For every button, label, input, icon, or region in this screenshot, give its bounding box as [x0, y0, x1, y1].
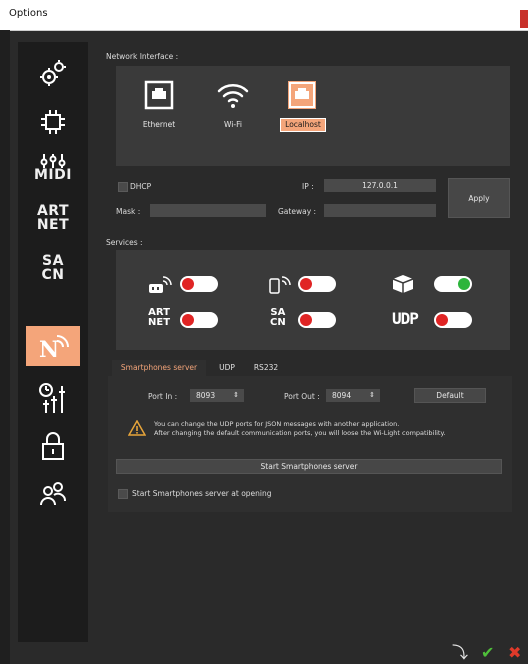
gateway-label: Gateway :: [278, 207, 317, 216]
sidebar-item-midi[interactable]: MIDI: [26, 148, 80, 188]
tab-smartphones-server[interactable]: Smartphones server: [112, 360, 206, 376]
network-icon: N: [39, 335, 69, 361]
spin-arrows-icon[interactable]: ⇕: [369, 389, 375, 402]
port-in-value: 8093: [196, 391, 216, 400]
sidebar-item-timers[interactable]: [26, 378, 80, 418]
window-frame: [0, 30, 10, 664]
toggle-knob: [182, 314, 194, 326]
wifi-light-toggle[interactable]: [180, 276, 218, 292]
interface-localhost[interactable]: Localhost: [274, 80, 330, 140]
start-at-opening-label: Start Smartphones server at opening: [132, 489, 272, 498]
sacn-toggle[interactable]: [298, 312, 336, 328]
dhcp-checkbox[interactable]: [118, 182, 128, 192]
sidebar-item-artnet[interactable]: ART NET: [26, 198, 80, 238]
interface-label: Wi-Fi: [224, 120, 242, 129]
gears-icon: [40, 60, 66, 86]
sidebar-item-sacn[interactable]: SA CN: [26, 248, 80, 288]
warning-text: You can change the UDP ports for JSON me…: [154, 420, 504, 438]
artnet-toggle[interactable]: [180, 312, 218, 328]
warning-line: You can change the UDP ports for JSON me…: [154, 420, 400, 428]
interface-label: Ethernet: [142, 120, 176, 129]
timer-faders-icon: [39, 383, 65, 413]
toggle-knob: [300, 314, 312, 326]
spin-arrows-icon[interactable]: ⇕: [233, 389, 239, 402]
sidebar-item-lock[interactable]: [26, 426, 80, 466]
box-icon: [392, 275, 414, 293]
port-out-spinbox[interactable]: 8094 ⇕: [326, 389, 380, 402]
default-button[interactable]: Default: [414, 388, 486, 403]
interface-ethernet[interactable]: Ethernet: [134, 80, 184, 140]
warning-line: After changing the default communication…: [154, 429, 446, 437]
localhost-icon: [288, 81, 316, 109]
lock-icon: [42, 432, 64, 460]
sidebar-item-label: NET: [36, 217, 70, 233]
wifi-light-icon: [149, 276, 172, 293]
port-in-label: Port In :: [148, 392, 178, 401]
users-icon: [40, 482, 66, 506]
cancel-x-icon[interactable]: ✖: [508, 644, 521, 662]
port-out-label: Port Out :: [284, 392, 320, 401]
tab-udp[interactable]: UDP: [212, 360, 242, 376]
interface-panel: Ethernet Wi-Fi Localhost: [116, 66, 510, 166]
mask-label: Mask :: [116, 207, 141, 216]
services-panel: ART NET SA CN UDP: [116, 250, 510, 350]
ethernet-icon: [144, 80, 174, 110]
chip-icon: [41, 110, 65, 134]
apply-arrow-icon[interactable]: ⤵: [452, 644, 468, 662]
start-smartphones-server-button[interactable]: Start Smartphones server: [116, 459, 502, 474]
sidebar-item-network[interactable]: N: [26, 326, 80, 366]
sidebar-item-users[interactable]: [26, 474, 80, 514]
sidebar-item-label: ART: [36, 203, 70, 219]
toggle-knob: [182, 278, 194, 290]
tab-rs232[interactable]: RS232: [246, 360, 286, 376]
close-window-button[interactable]: [520, 10, 528, 28]
sacn-line: CN: [270, 317, 286, 328]
smartphone-icon: [269, 276, 291, 294]
udp-service-icon: UDP: [392, 309, 419, 328]
sidebar-item-label: MIDI: [34, 167, 72, 183]
interface-label: Localhost: [280, 118, 326, 132]
title-bar: Options: [0, 0, 528, 31]
services-label: Services :: [106, 238, 143, 247]
ip-label: IP :: [302, 182, 314, 191]
interface-wifi[interactable]: Wi-Fi: [208, 80, 258, 140]
mask-field[interactable]: [150, 204, 266, 217]
port-out-value: 8094: [332, 391, 352, 400]
network-interface-label: Network Interface :: [106, 52, 179, 61]
smartphones-server-panel: Port In : 8093 ⇕ Port Out : 8094 ⇕ Defau…: [108, 376, 512, 512]
main-content: Network Interface : Ethernet Wi-Fi Local…: [98, 42, 524, 642]
window-title: Options: [9, 8, 48, 19]
ip-field[interactable]: 127.0.0.1: [324, 179, 436, 192]
toggle-knob: [458, 278, 470, 290]
sidebar-item-hardware[interactable]: [26, 102, 80, 142]
sacn-service-icon: SA CN: [270, 308, 286, 328]
port-in-spinbox[interactable]: 8093 ⇕: [190, 389, 244, 402]
dhcp-label: DHCP: [130, 182, 152, 191]
udp-toggle[interactable]: [434, 312, 472, 328]
sidebar-item-label: CN: [41, 267, 65, 283]
artnet-line: NET: [148, 317, 171, 328]
toggle-knob: [300, 278, 312, 290]
midi-faders-icon: [40, 154, 66, 168]
warning-icon: [128, 420, 146, 436]
confirm-check-icon[interactable]: ✔: [481, 644, 494, 662]
sidebar-item-label: SA: [42, 253, 64, 269]
svg-text:N: N: [39, 337, 59, 361]
apply-button[interactable]: Apply: [448, 178, 510, 218]
wifi-icon: [217, 84, 249, 108]
start-at-opening-checkbox[interactable]: [118, 489, 128, 499]
box-toggle[interactable]: [434, 276, 472, 292]
toggle-knob: [436, 314, 448, 326]
sidebar: MIDI ART NET SA CN N: [18, 42, 88, 642]
smartphone-toggle[interactable]: [298, 276, 336, 292]
gateway-field[interactable]: [324, 204, 436, 217]
artnet-service-icon: ART NET: [148, 308, 170, 328]
sidebar-item-settings[interactable]: [26, 54, 80, 94]
tab-bar: Smartphones server UDP RS232: [112, 360, 512, 376]
